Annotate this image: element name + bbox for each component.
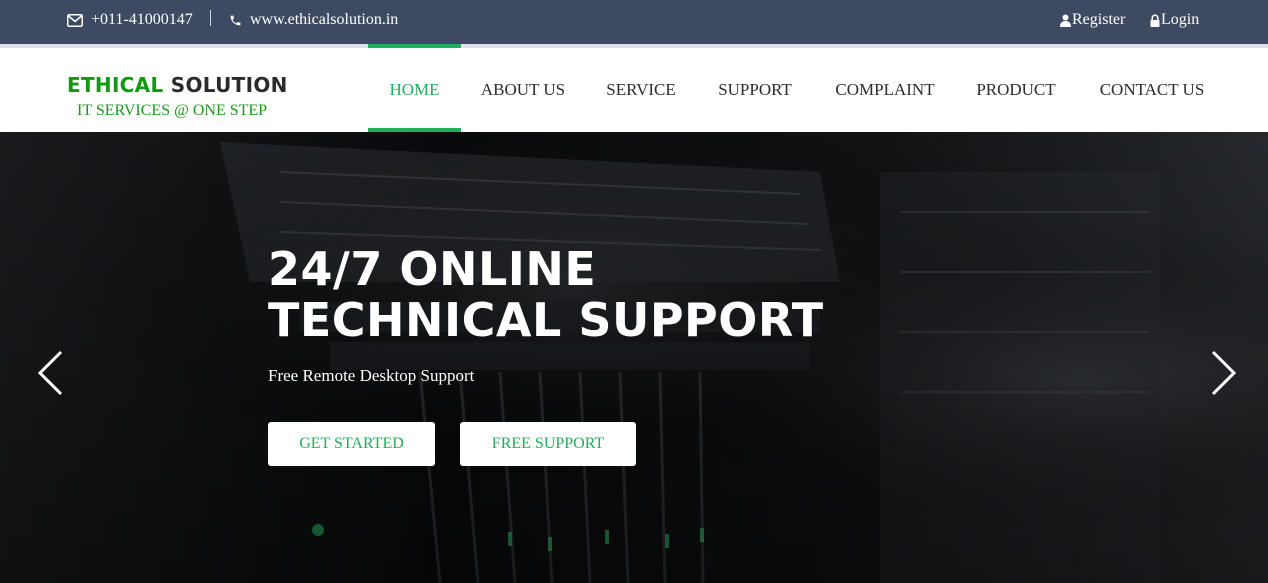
- nav-service[interactable]: SERVICE: [596, 48, 686, 132]
- logo-part-2: SOLUTION: [170, 73, 288, 97]
- hero-background-image: [0, 132, 1268, 583]
- login-label[interactable]: Login: [1161, 11, 1199, 29]
- register-label[interactable]: Register: [1072, 11, 1125, 29]
- login-link[interactable]: Login: [1150, 0, 1199, 40]
- lock-icon: [1150, 13, 1160, 27]
- contact-website[interactable]: www.ethicalsolution.in: [229, 0, 398, 40]
- logo-part-1: ETHICAL: [67, 73, 164, 97]
- nav-home[interactable]: HOME: [368, 48, 461, 132]
- nav-about-us[interactable]: ABOUT US: [470, 48, 576, 132]
- website-link[interactable]: www.ethicalsolution.in: [250, 11, 398, 29]
- nav-contact-us[interactable]: CONTACT US: [1086, 48, 1218, 132]
- free-support-button[interactable]: FREE SUPPORT: [460, 422, 636, 466]
- user-icon: [1060, 14, 1071, 27]
- chevron-left-icon[interactable]: [36, 350, 66, 396]
- site-header: ETHICAL SOLUTION IT SERVICES @ ONE STEP …: [0, 48, 1268, 132]
- phone-icon: [229, 14, 242, 27]
- hero-subtitle: Free Remote Desktop Support: [268, 366, 475, 385]
- envelope-icon: [67, 13, 83, 27]
- nav-active-indicator-top: [368, 44, 461, 48]
- top-bar: +011-41000147 www.ethicalsolution.in Reg…: [0, 0, 1268, 44]
- nav-product[interactable]: PRODUCT: [966, 48, 1066, 132]
- contact-phone[interactable]: +011-41000147: [67, 0, 193, 40]
- get-started-button[interactable]: GET STARTED: [268, 422, 435, 466]
- register-link[interactable]: Register: [1060, 0, 1125, 40]
- chevron-right-icon[interactable]: [1208, 350, 1238, 396]
- phone-number: +011-41000147: [91, 11, 193, 28]
- logo-tagline: IT SERVICES @ ONE STEP: [77, 102, 268, 119]
- hero-title: 24/7 ONLINE TECHNICAL SUPPORT: [268, 244, 824, 346]
- hero-title-line-1: 24/7 ONLINE: [268, 242, 597, 296]
- nav-support[interactable]: SUPPORT: [706, 48, 804, 132]
- hero-title-line-2: TECHNICAL SUPPORT: [268, 293, 824, 347]
- topbar-divider: [210, 10, 211, 26]
- nav-complaint[interactable]: COMPLAINT: [824, 48, 946, 132]
- hero-slider: 24/7 ONLINE TECHNICAL SUPPORT Free Remot…: [0, 132, 1268, 583]
- site-logo[interactable]: ETHICAL SOLUTION: [67, 73, 288, 97]
